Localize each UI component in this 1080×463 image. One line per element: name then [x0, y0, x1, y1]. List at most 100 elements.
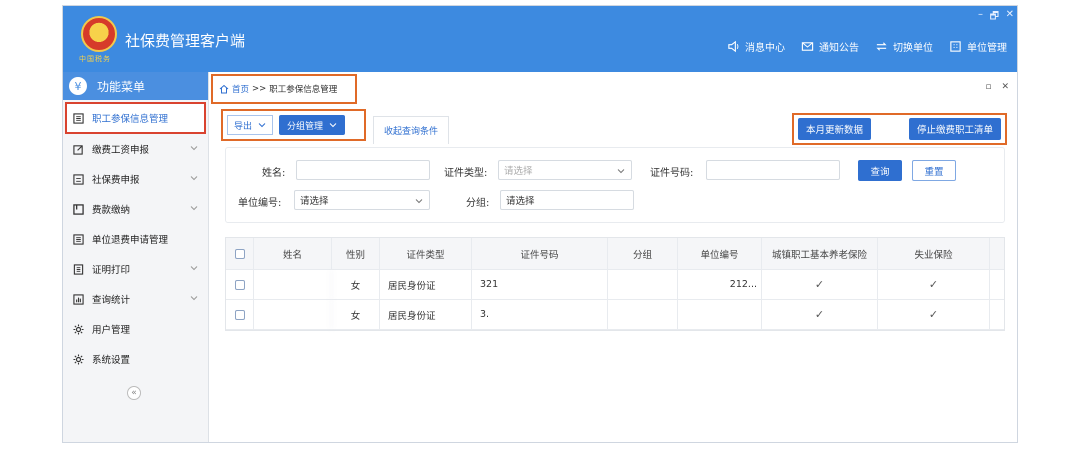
row-checkbox[interactable]: [234, 279, 245, 290]
row-select-cell: [226, 270, 254, 299]
sidebar-header: ¥ 功能菜单: [63, 72, 208, 100]
employee-table: 姓名 性别 证件类型 证件号码 分组 单位编号 城镇职工基本养老保险 失业保险 …: [225, 237, 1005, 331]
select-all-cell: [226, 238, 254, 269]
tab-close-button[interactable]: ✕: [1001, 82, 1009, 92]
top-nav-switch-unit[interactable]: 切换单位: [875, 39, 933, 54]
id-type-label: 证件类型:: [444, 168, 488, 179]
cell-gender: 女: [332, 300, 380, 329]
group-label: 分组:: [466, 198, 490, 209]
sidebar-collapse-button[interactable]: «: [127, 386, 141, 400]
table-row[interactable]: 女 居民身份证 3. ✓ ✓: [226, 300, 1004, 330]
column-header[interactable]: 性别: [332, 238, 380, 269]
cell-group: [608, 270, 678, 299]
sidebar-item-employee-insurance[interactable]: 职工参保信息管理: [65, 102, 206, 134]
breadcrumb: 首页 >> 职工参保信息管理: [211, 74, 357, 104]
sidebar-item-refund-application[interactable]: 单位退费申请管理: [63, 224, 208, 254]
top-nav: 消息中心 通知公告 切换单位 单位管理: [727, 39, 1007, 54]
name-input[interactable]: [296, 160, 430, 180]
column-header[interactable]: 姓名: [254, 238, 332, 269]
sidebar-item-social-fee-declaration[interactable]: 社保费申报: [63, 164, 208, 194]
row-checkbox[interactable]: [234, 309, 245, 320]
chart-icon: [73, 293, 84, 305]
sidebar-item-label: 费款缴纳: [92, 205, 131, 216]
cell-unemployment-check: ✓: [878, 300, 990, 329]
reset-button[interactable]: 重置: [912, 160, 956, 181]
collapse-filters-tab[interactable]: 收起查询条件: [373, 116, 450, 144]
sidebar-item-label: 职工参保信息管理: [92, 114, 169, 125]
chevron-down-icon: [258, 123, 266, 128]
cell-id-number: 321: [472, 270, 608, 299]
column-header[interactable]: 分组: [608, 238, 678, 269]
mail-icon: [801, 42, 814, 51]
filter-panel: 姓名: 证件类型: 请选择 证件号码: 查询 重置 单位编号: 请选择 分组: …: [225, 147, 1005, 223]
id-type-select[interactable]: 请选择: [498, 160, 632, 180]
export-button[interactable]: 导出: [227, 115, 274, 135]
app-title: 社保费管理客户端: [125, 32, 246, 50]
sidebar-item-fee-payment[interactable]: 费款缴纳: [63, 194, 208, 224]
tax-emblem-icon: [81, 16, 117, 52]
cell-id-type: 居民身份证: [380, 300, 472, 329]
cell-unit-number: [678, 300, 762, 329]
top-nav-unit-manage[interactable]: 单位管理: [949, 39, 1007, 54]
top-nav-label: 单位管理: [967, 43, 1007, 54]
column-header[interactable]: 城镇职工基本养老保险: [762, 238, 878, 269]
chevron-down-icon: [617, 169, 625, 174]
sidebar-item-query-statistics[interactable]: 查询统计: [63, 284, 208, 314]
minimize-button[interactable]: –: [978, 9, 983, 20]
top-nav-label: 消息中心: [745, 43, 785, 54]
gear-icon: [73, 323, 84, 335]
column-header[interactable]: 单位编号: [678, 238, 762, 269]
breadcrumb-current: 职工参保信息管理: [269, 85, 338, 95]
app-window: 中国税务 社保费管理客户端 – 🗗 ✕ 消息中心 通知公告 切换单位 单位管理: [62, 5, 1018, 443]
chevron-down-icon: [415, 199, 423, 204]
tab-restore-button[interactable]: ▫: [985, 82, 991, 92]
id-type-placeholder: 请选择: [504, 166, 533, 177]
top-nav-notices[interactable]: 通知公告: [801, 39, 859, 54]
unit-number-select[interactable]: 请选择: [294, 190, 430, 210]
group-value: 请选择: [506, 196, 535, 207]
sidebar-item-system-settings[interactable]: 系统设置: [63, 344, 208, 374]
table-row[interactable]: 女 居民身份证 321 212... ✓ ✓: [226, 270, 1004, 300]
list-icon: [73, 233, 84, 245]
chevron-down-icon: [190, 266, 198, 271]
tab-controls: ▫ ✕: [985, 82, 1009, 92]
switch-icon: [876, 42, 887, 51]
chevron-down-icon: [190, 296, 198, 301]
sidebar-item-wage-declaration[interactable]: 缴费工资申报: [63, 134, 208, 164]
cell-unemployment-check: ✓: [878, 270, 990, 299]
column-header[interactable]: 证件类型: [380, 238, 472, 269]
query-button[interactable]: 查询: [858, 160, 902, 181]
id-number-input[interactable]: [706, 160, 840, 180]
sidebar-item-label: 查询统计: [92, 295, 131, 306]
close-button[interactable]: ✕: [1006, 9, 1014, 20]
cell-id-number: 3.: [472, 300, 608, 329]
top-nav-messages[interactable]: 消息中心: [727, 39, 785, 54]
sidebar-item-label: 证明打印: [92, 265, 131, 276]
sidebar-item-user-management[interactable]: 用户管理: [63, 314, 208, 344]
stopped-employees-list-button[interactable]: 停止缴费职工清单: [908, 118, 1001, 140]
toolbar-left: 导出 分组管理: [221, 109, 366, 141]
cell-gender: 女: [332, 270, 380, 299]
sidebar-item-label: 缴费工资申报: [92, 145, 150, 156]
group-manage-button[interactable]: 分组管理: [279, 115, 346, 135]
group-select[interactable]: 请选择: [500, 190, 634, 210]
select-all-checkbox[interactable]: [234, 248, 245, 259]
doc-icon: [73, 263, 84, 275]
toolbar-right: 本月更新数据 停止缴费职工清单: [792, 113, 1007, 145]
home-icon: [219, 84, 229, 94]
sidebar-item-certificate-print[interactable]: 证明打印: [63, 254, 208, 284]
unit-number-label: 单位编号:: [238, 198, 282, 209]
row-select-cell: [226, 300, 254, 329]
breadcrumb-home-link[interactable]: 首页: [232, 83, 249, 95]
sidebar-header-label: 功能菜单: [97, 79, 146, 94]
form-icon: [73, 173, 84, 185]
column-header[interactable]: 失业保险: [878, 238, 990, 269]
speaker-icon: [728, 40, 739, 53]
chevron-down-icon: [190, 206, 198, 211]
cell-name: [254, 270, 332, 299]
export-label: 导出: [234, 121, 253, 132]
column-header[interactable]: 证件号码: [472, 238, 608, 269]
maximize-button[interactable]: 🗗: [990, 9, 999, 26]
update-month-data-button[interactable]: 本月更新数据: [798, 118, 872, 140]
breadcrumb-separator: >>: [252, 84, 267, 94]
